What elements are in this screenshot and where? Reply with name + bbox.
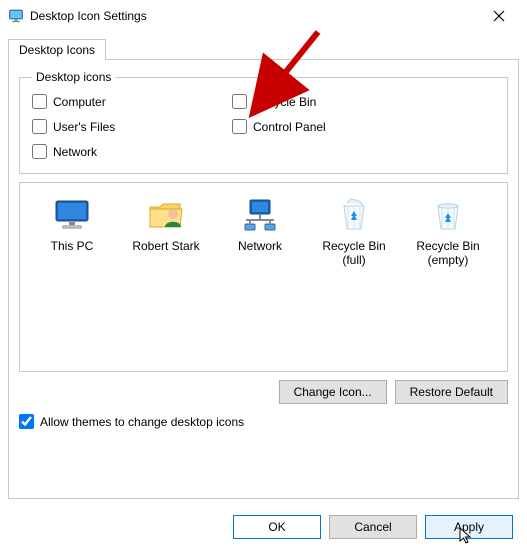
checkbox-recycle-bin-label: Recycle Bin bbox=[253, 95, 316, 109]
checkbox-network-label: Network bbox=[53, 145, 97, 159]
checkbox-users-files-input[interactable] bbox=[32, 119, 47, 134]
recycle-bin-full-icon bbox=[330, 195, 378, 235]
checkbox-users-files[interactable]: User's Files bbox=[32, 119, 232, 134]
allow-themes-checkbox[interactable]: Allow themes to change desktop icons bbox=[19, 414, 508, 429]
preview-recycle-empty-label: Recycle Bin (empty) bbox=[404, 239, 492, 268]
user-folder-icon bbox=[142, 195, 190, 235]
preview-user-folder-label: Robert Stark bbox=[122, 239, 210, 253]
cancel-button[interactable]: Cancel bbox=[329, 515, 417, 539]
checkbox-network[interactable]: Network bbox=[32, 144, 232, 159]
preview-this-pc-label: This PC bbox=[28, 239, 116, 253]
titlebar: Desktop Icon Settings bbox=[0, 0, 527, 32]
window-title: Desktop Icon Settings bbox=[30, 9, 147, 23]
preview-network[interactable]: Network bbox=[216, 195, 304, 253]
allow-themes-label: Allow themes to change desktop icons bbox=[40, 415, 244, 429]
monitor-icon bbox=[8, 8, 24, 24]
recycle-bin-empty-icon bbox=[424, 195, 472, 235]
group-legend: Desktop icons bbox=[32, 70, 115, 84]
allow-themes-checkbox-input[interactable] bbox=[19, 414, 34, 429]
tab-strip: Desktop Icons Desktop icons Computer Rec… bbox=[0, 38, 527, 499]
close-button[interactable] bbox=[479, 2, 519, 30]
preview-user-folder[interactable]: Robert Stark bbox=[122, 195, 210, 253]
checkbox-computer-input[interactable] bbox=[32, 94, 47, 109]
checkbox-recycle-bin[interactable]: Recycle Bin bbox=[232, 94, 432, 109]
preview-recycle-full[interactable]: Recycle Bin (full) bbox=[310, 195, 398, 268]
tab-desktop-icons[interactable]: Desktop Icons bbox=[8, 39, 106, 60]
checkbox-computer[interactable]: Computer bbox=[32, 94, 232, 109]
change-icon-button[interactable]: Change Icon... bbox=[279, 380, 387, 404]
preview-this-pc[interactable]: This PC bbox=[28, 195, 116, 253]
preview-recycle-empty[interactable]: Recycle Bin (empty) bbox=[404, 195, 492, 268]
this-pc-icon bbox=[48, 195, 96, 235]
apply-button[interactable]: Apply bbox=[425, 515, 513, 539]
preview-network-label: Network bbox=[216, 239, 304, 253]
checkbox-control-panel-label: Control Panel bbox=[253, 120, 326, 134]
restore-default-button[interactable]: Restore Default bbox=[395, 380, 508, 404]
preview-recycle-full-label: Recycle Bin (full) bbox=[310, 239, 398, 268]
tab-pane: Desktop icons Computer Recycle Bin User'… bbox=[8, 59, 519, 499]
network-icon bbox=[236, 195, 284, 235]
desktop-icons-group: Desktop icons Computer Recycle Bin User'… bbox=[19, 70, 508, 174]
icon-preview-list[interactable]: This PC Robert Stark bbox=[19, 182, 508, 372]
checkbox-recycle-bin-input[interactable] bbox=[232, 94, 247, 109]
checkbox-control-panel-input[interactable] bbox=[232, 119, 247, 134]
checkbox-users-files-label: User's Files bbox=[53, 120, 115, 134]
checkbox-computer-label: Computer bbox=[53, 95, 106, 109]
checkbox-network-input[interactable] bbox=[32, 144, 47, 159]
ok-button[interactable]: OK bbox=[233, 515, 321, 539]
dialog-buttons: OK Cancel Apply bbox=[233, 515, 513, 539]
checkbox-control-panel[interactable]: Control Panel bbox=[232, 119, 432, 134]
